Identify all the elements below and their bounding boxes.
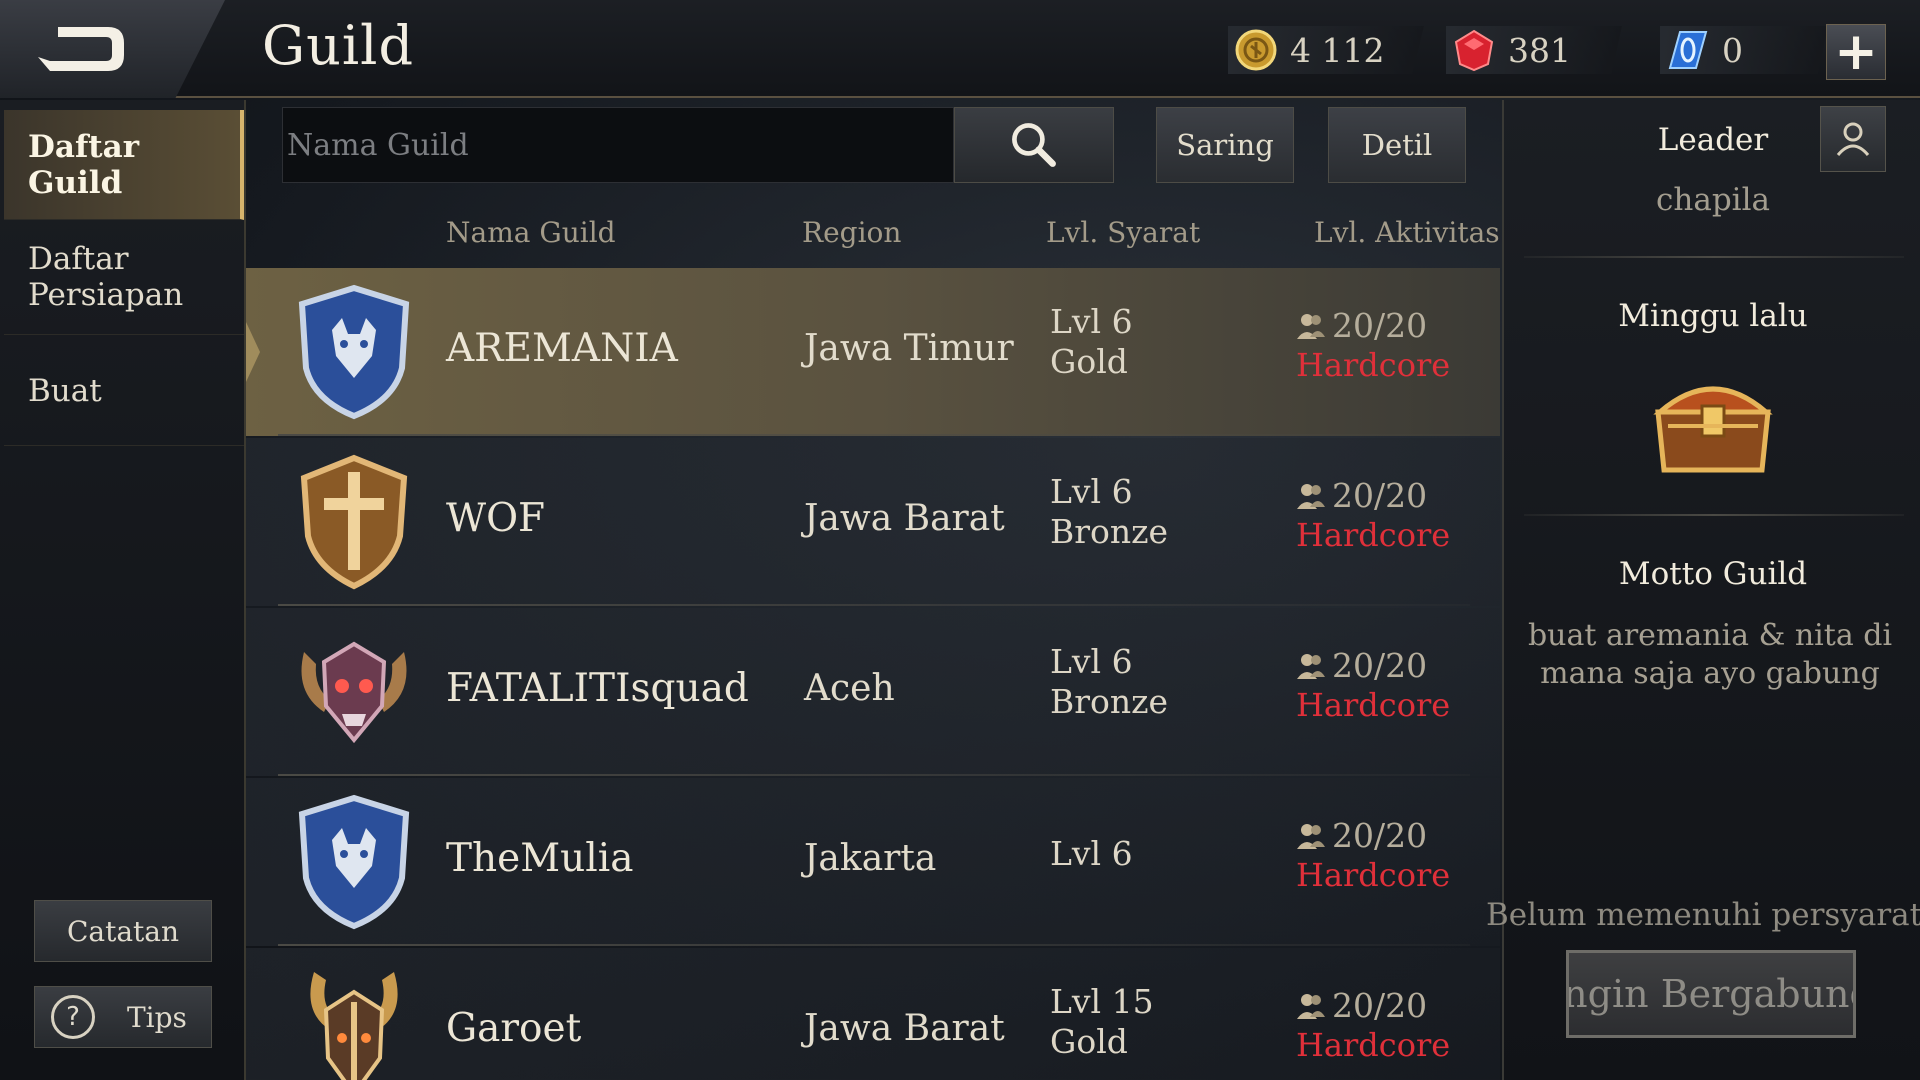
guild-name: Garoet (446, 1006, 582, 1051)
guild-region: Aceh (804, 668, 895, 709)
motto-label: Motto Guild (1618, 556, 1808, 592)
members-icon (1297, 313, 1325, 339)
members-icon (1297, 993, 1325, 1019)
top-bar: Guild 4 112 381 0 + (0, 0, 1920, 98)
guild-region: Jawa Barat (804, 1008, 1005, 1049)
column-header-name: Nama Guild (446, 216, 616, 249)
nav-item-buat[interactable]: Buat (4, 336, 244, 446)
members-count: 20/20 (1332, 986, 1428, 1025)
guild-tier: Gold (1050, 1022, 1128, 1061)
requirement-message: Belum memenuhi persyaratan (1486, 897, 1920, 933)
guild-name: AREMANIA (446, 326, 678, 371)
search-icon (1012, 123, 1056, 167)
column-header-activity-level: Lvl. Aktivitas (1314, 216, 1500, 249)
guild-region: Jawa Barat (804, 498, 1005, 539)
nav-item-daftar-guild[interactable]: Daftar Guild (4, 110, 244, 220)
activity-status: Hardcore (1296, 1026, 1451, 1064)
activity-status: Hardcore (1296, 686, 1451, 724)
guild-members: 20/20 (1296, 306, 1427, 345)
members-count: 20/20 (1332, 816, 1428, 855)
guild-level: Lvl 6 (1050, 472, 1133, 511)
guild-tier: Gold (1050, 342, 1128, 381)
activity-status: Hardcore (1296, 856, 1451, 894)
guild-level: Lvl 6 (1050, 834, 1133, 873)
ruby-amount: 381 (1508, 30, 1571, 70)
add-currency-button[interactable]: + (1826, 24, 1886, 80)
blue-wolf-shield-icon (298, 284, 410, 420)
members-icon (1297, 653, 1325, 679)
table-row[interactable]: AREMANIA Jawa Timur Lvl 6 Gold 20/20 Har… (246, 268, 1500, 436)
members-icon (1297, 483, 1325, 509)
divider (1524, 514, 1904, 516)
ruby-currency: 381 (1446, 26, 1622, 74)
guild-region: Jawa Timur (804, 328, 1014, 369)
join-guild-button[interactable]: Ingin Bergabung (1566, 950, 1856, 1038)
guild-name: FATALITIsquad (446, 666, 749, 711)
leader-name: chapila (1656, 182, 1770, 218)
guild-level: Lvl 6 (1050, 302, 1133, 341)
horned-skull-emblem-icon (301, 641, 407, 744)
page-title: Guild (262, 14, 415, 77)
table-row[interactable]: TheMulia Jakarta Lvl 6 20/20 Hardcore (246, 778, 1500, 946)
help-icon: ? (51, 995, 95, 1039)
blue-gem-icon (1668, 31, 1708, 69)
guild-detail-panel: Leader chapila Minggu lalu Motto Guild (1502, 100, 1920, 1080)
guild-tier: Bronze (1050, 682, 1169, 721)
activity-status: Hardcore (1296, 346, 1451, 384)
search-button[interactable] (954, 107, 1114, 183)
guild-tier: Bronze (1050, 512, 1169, 551)
column-header-region: Region (802, 216, 902, 249)
golden-horned-helm-icon (310, 972, 398, 1080)
bronze-sword-shield-icon (300, 454, 408, 590)
guild-search-input[interactable] (282, 107, 954, 183)
treasure-chest-icon (1653, 386, 1773, 473)
gold-currency: 4 112 (1228, 26, 1424, 74)
guild-members: 20/20 (1296, 986, 1427, 1025)
divider (1524, 256, 1904, 258)
table-row[interactable]: FATALITIsquad Aceh Lvl 6 Bronze 20/20 Ha… (246, 608, 1500, 776)
person-icon (1836, 122, 1870, 156)
left-nav: Daftar Guild Daftar Persiapan Buat Catat… (0, 100, 246, 1080)
gold-coin-icon (1235, 29, 1277, 71)
catatan-button[interactable]: Catatan (34, 900, 212, 962)
table-row[interactable]: WOF Jawa Barat Lvl 6 Bronze 20/20 Hardco… (246, 438, 1500, 606)
table-row[interactable]: Garoet Jawa Barat Lvl 15 Gold 20/20 Hard… (246, 948, 1500, 1080)
guild-region: Jakarta (804, 838, 937, 879)
guild-members: 20/20 (1296, 476, 1427, 515)
guild-list: AREMANIA Jawa Timur Lvl 6 Gold 20/20 Har… (246, 268, 1500, 1080)
ruby-icon (1454, 29, 1494, 72)
guild-level: Lvl 6 (1050, 642, 1133, 681)
tips-label: Tips (127, 1000, 187, 1034)
blue-wolf-shield-icon (298, 794, 410, 930)
guild-members: 20/20 (1296, 816, 1427, 855)
gem-currency: 0 (1660, 26, 1828, 74)
members-count: 20/20 (1332, 476, 1428, 515)
tips-button[interactable]: ? Tips (34, 986, 212, 1048)
members-icon (1297, 823, 1325, 849)
activity-status: Hardcore (1296, 516, 1451, 554)
guild-level: Lvl 15 (1050, 982, 1154, 1021)
guild-name: TheMulia (446, 836, 634, 881)
column-header-level-requirement: Lvl. Syarat (1046, 216, 1201, 249)
last-week-label: Minggu lalu (1618, 298, 1808, 334)
members-count: 20/20 (1332, 646, 1428, 685)
back-button[interactable] (0, 0, 225, 98)
gem-amount: 0 (1722, 30, 1743, 70)
back-arrow-icon (38, 27, 124, 71)
filter-button[interactable]: Saring (1156, 107, 1294, 183)
guild-name: WOF (446, 496, 546, 541)
members-count: 20/20 (1332, 306, 1428, 345)
guild-members: 20/20 (1296, 646, 1427, 685)
guild-motto: buat aremania & nita di mana saja ayo ga… (1527, 618, 1893, 691)
gold-amount: 4 112 (1290, 30, 1385, 70)
detail-button[interactable]: Detil (1328, 107, 1466, 183)
nav-item-daftar-persiapan[interactable]: Daftar Persiapan (4, 235, 244, 335)
leader-profile-button[interactable] (1820, 106, 1886, 172)
